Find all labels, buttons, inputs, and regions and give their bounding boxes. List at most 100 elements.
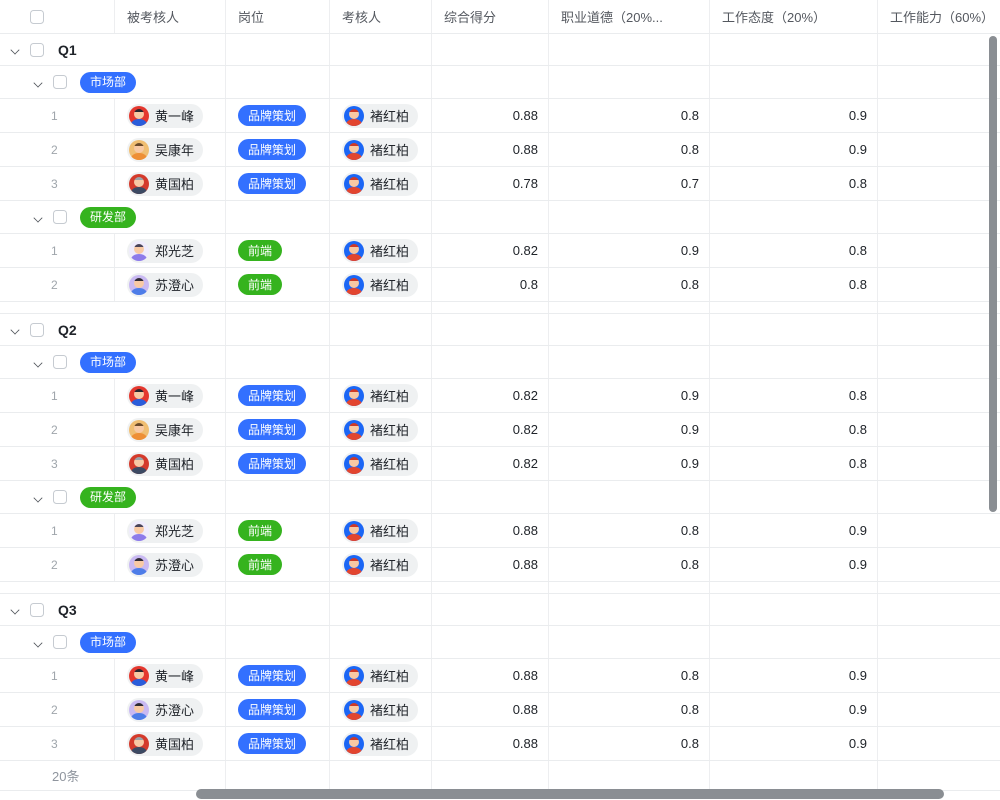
overall-score-cell[interactable]: 0.88 bbox=[432, 548, 549, 581]
assessee-cell[interactable]: 黄一峰 bbox=[115, 659, 226, 692]
overall-score-cell[interactable]: 0.88 bbox=[432, 693, 549, 726]
group-checkbox[interactable] bbox=[30, 43, 44, 57]
position-cell[interactable]: 前端 bbox=[226, 234, 330, 267]
ethics-score-cell[interactable]: 0.9 bbox=[549, 234, 710, 267]
group-checkbox[interactable] bbox=[30, 603, 44, 617]
chevron-down-icon[interactable] bbox=[34, 358, 43, 367]
ethics-score-cell[interactable]: 0.8 bbox=[549, 727, 710, 760]
chevron-down-icon[interactable] bbox=[34, 638, 43, 647]
reviewer-cell[interactable]: 褚红柏 bbox=[330, 447, 432, 480]
attitude-score-cell[interactable]: 0.8 bbox=[710, 413, 878, 446]
assessee-cell[interactable]: 郑光芝 bbox=[115, 514, 226, 547]
reviewer-cell[interactable]: 褚红柏 bbox=[330, 413, 432, 446]
chevron-down-icon[interactable] bbox=[34, 78, 43, 87]
assessee-cell[interactable]: 黄国柏 bbox=[115, 447, 226, 480]
reviewer-cell[interactable]: 褚红柏 bbox=[330, 693, 432, 726]
col-header-position[interactable]: 岗位 bbox=[226, 0, 330, 33]
col-header-attitude[interactable]: 工作态度（20%） bbox=[710, 0, 878, 33]
assessee-cell[interactable]: 吴康年 bbox=[115, 133, 226, 166]
col-header-assessee[interactable]: 被考核人 bbox=[115, 0, 226, 33]
assessee-cell[interactable]: 苏澄心 bbox=[115, 693, 226, 726]
ability-score-cell[interactable] bbox=[878, 659, 1000, 692]
chevron-down-icon[interactable] bbox=[11, 325, 20, 334]
reviewer-cell[interactable]: 褚红柏 bbox=[330, 548, 432, 581]
position-cell[interactable]: 品牌策划 bbox=[226, 379, 330, 412]
ability-score-cell[interactable] bbox=[878, 234, 1000, 267]
overall-score-cell[interactable]: 0.82 bbox=[432, 447, 549, 480]
subgroup-checkbox[interactable] bbox=[53, 210, 67, 224]
reviewer-cell[interactable]: 褚红柏 bbox=[330, 379, 432, 412]
assessee-cell[interactable]: 黄一峰 bbox=[115, 99, 226, 132]
position-cell[interactable]: 前端 bbox=[226, 548, 330, 581]
reviewer-cell[interactable]: 褚红柏 bbox=[330, 234, 432, 267]
assessee-cell[interactable]: 黄一峰 bbox=[115, 379, 226, 412]
ethics-score-cell[interactable]: 0.9 bbox=[549, 447, 710, 480]
ability-score-cell[interactable] bbox=[878, 514, 1000, 547]
position-cell[interactable]: 品牌策划 bbox=[226, 99, 330, 132]
assessee-cell[interactable]: 吴康年 bbox=[115, 413, 226, 446]
attitude-score-cell[interactable]: 0.8 bbox=[710, 268, 878, 301]
ability-score-cell[interactable] bbox=[878, 447, 1000, 480]
overall-score-cell[interactable]: 0.88 bbox=[432, 99, 549, 132]
attitude-score-cell[interactable]: 0.9 bbox=[710, 514, 878, 547]
overall-score-cell[interactable]: 0.82 bbox=[432, 234, 549, 267]
ethics-score-cell[interactable]: 0.7 bbox=[549, 167, 710, 200]
subgroup-checkbox[interactable] bbox=[53, 355, 67, 369]
subgroup-checkbox[interactable] bbox=[53, 635, 67, 649]
attitude-score-cell[interactable]: 0.8 bbox=[710, 379, 878, 412]
ability-score-cell[interactable] bbox=[878, 268, 1000, 301]
ability-score-cell[interactable] bbox=[878, 167, 1000, 200]
ability-score-cell[interactable] bbox=[878, 548, 1000, 581]
assessee-cell[interactable]: 苏澄心 bbox=[115, 268, 226, 301]
col-header-ethics[interactable]: 职业道德（20%... bbox=[549, 0, 710, 33]
position-cell[interactable]: 品牌策划 bbox=[226, 693, 330, 726]
overall-score-cell[interactable]: 0.82 bbox=[432, 379, 549, 412]
ability-score-cell[interactable] bbox=[878, 413, 1000, 446]
group-checkbox[interactable] bbox=[30, 323, 44, 337]
col-header-overall-score[interactable]: 综合得分 bbox=[432, 0, 549, 33]
overall-score-cell[interactable]: 0.88 bbox=[432, 514, 549, 547]
assessee-cell[interactable]: 黄国柏 bbox=[115, 727, 226, 760]
ethics-score-cell[interactable]: 0.8 bbox=[549, 133, 710, 166]
overall-score-cell[interactable]: 0.8 bbox=[432, 268, 549, 301]
reviewer-cell[interactable]: 褚红柏 bbox=[330, 99, 432, 132]
reviewer-cell[interactable]: 褚红柏 bbox=[330, 659, 432, 692]
position-cell[interactable]: 前端 bbox=[226, 268, 330, 301]
assessee-cell[interactable]: 黄国柏 bbox=[115, 167, 226, 200]
position-cell[interactable]: 品牌策划 bbox=[226, 167, 330, 200]
ability-score-cell[interactable] bbox=[878, 727, 1000, 760]
col-header-ability[interactable]: 工作能力（60%） bbox=[878, 0, 1000, 33]
position-cell[interactable]: 品牌策划 bbox=[226, 727, 330, 760]
position-cell[interactable]: 品牌策划 bbox=[226, 133, 330, 166]
ethics-score-cell[interactable]: 0.8 bbox=[549, 659, 710, 692]
assessee-cell[interactable]: 苏澄心 bbox=[115, 548, 226, 581]
col-header-reviewer[interactable]: 考核人 bbox=[330, 0, 432, 33]
subgroup-checkbox[interactable] bbox=[53, 490, 67, 504]
overall-score-cell[interactable]: 0.82 bbox=[432, 413, 549, 446]
attitude-score-cell[interactable]: 0.8 bbox=[710, 234, 878, 267]
ethics-score-cell[interactable]: 0.8 bbox=[549, 268, 710, 301]
chevron-down-icon[interactable] bbox=[34, 493, 43, 502]
position-cell[interactable]: 前端 bbox=[226, 514, 330, 547]
ethics-score-cell[interactable]: 0.9 bbox=[549, 379, 710, 412]
ability-score-cell[interactable] bbox=[878, 693, 1000, 726]
attitude-score-cell[interactable]: 0.9 bbox=[710, 693, 878, 726]
ethics-score-cell[interactable]: 0.8 bbox=[549, 514, 710, 547]
ethics-score-cell[interactable]: 0.8 bbox=[549, 548, 710, 581]
ability-score-cell[interactable] bbox=[878, 99, 1000, 132]
attitude-score-cell[interactable]: 0.9 bbox=[710, 99, 878, 132]
chevron-down-icon[interactable] bbox=[11, 45, 20, 54]
attitude-score-cell[interactable]: 0.8 bbox=[710, 447, 878, 480]
overall-score-cell[interactable]: 0.78 bbox=[432, 167, 549, 200]
ability-score-cell[interactable] bbox=[878, 379, 1000, 412]
horizontal-scrollbar[interactable] bbox=[196, 789, 944, 799]
ethics-score-cell[interactable]: 0.9 bbox=[549, 413, 710, 446]
overall-score-cell[interactable]: 0.88 bbox=[432, 133, 549, 166]
overall-score-cell[interactable]: 0.88 bbox=[432, 659, 549, 692]
reviewer-cell[interactable]: 褚红柏 bbox=[330, 514, 432, 547]
attitude-score-cell[interactable]: 0.9 bbox=[710, 727, 878, 760]
attitude-score-cell[interactable]: 0.9 bbox=[710, 133, 878, 166]
reviewer-cell[interactable]: 褚红柏 bbox=[330, 268, 432, 301]
position-cell[interactable]: 品牌策划 bbox=[226, 447, 330, 480]
reviewer-cell[interactable]: 褚红柏 bbox=[330, 167, 432, 200]
